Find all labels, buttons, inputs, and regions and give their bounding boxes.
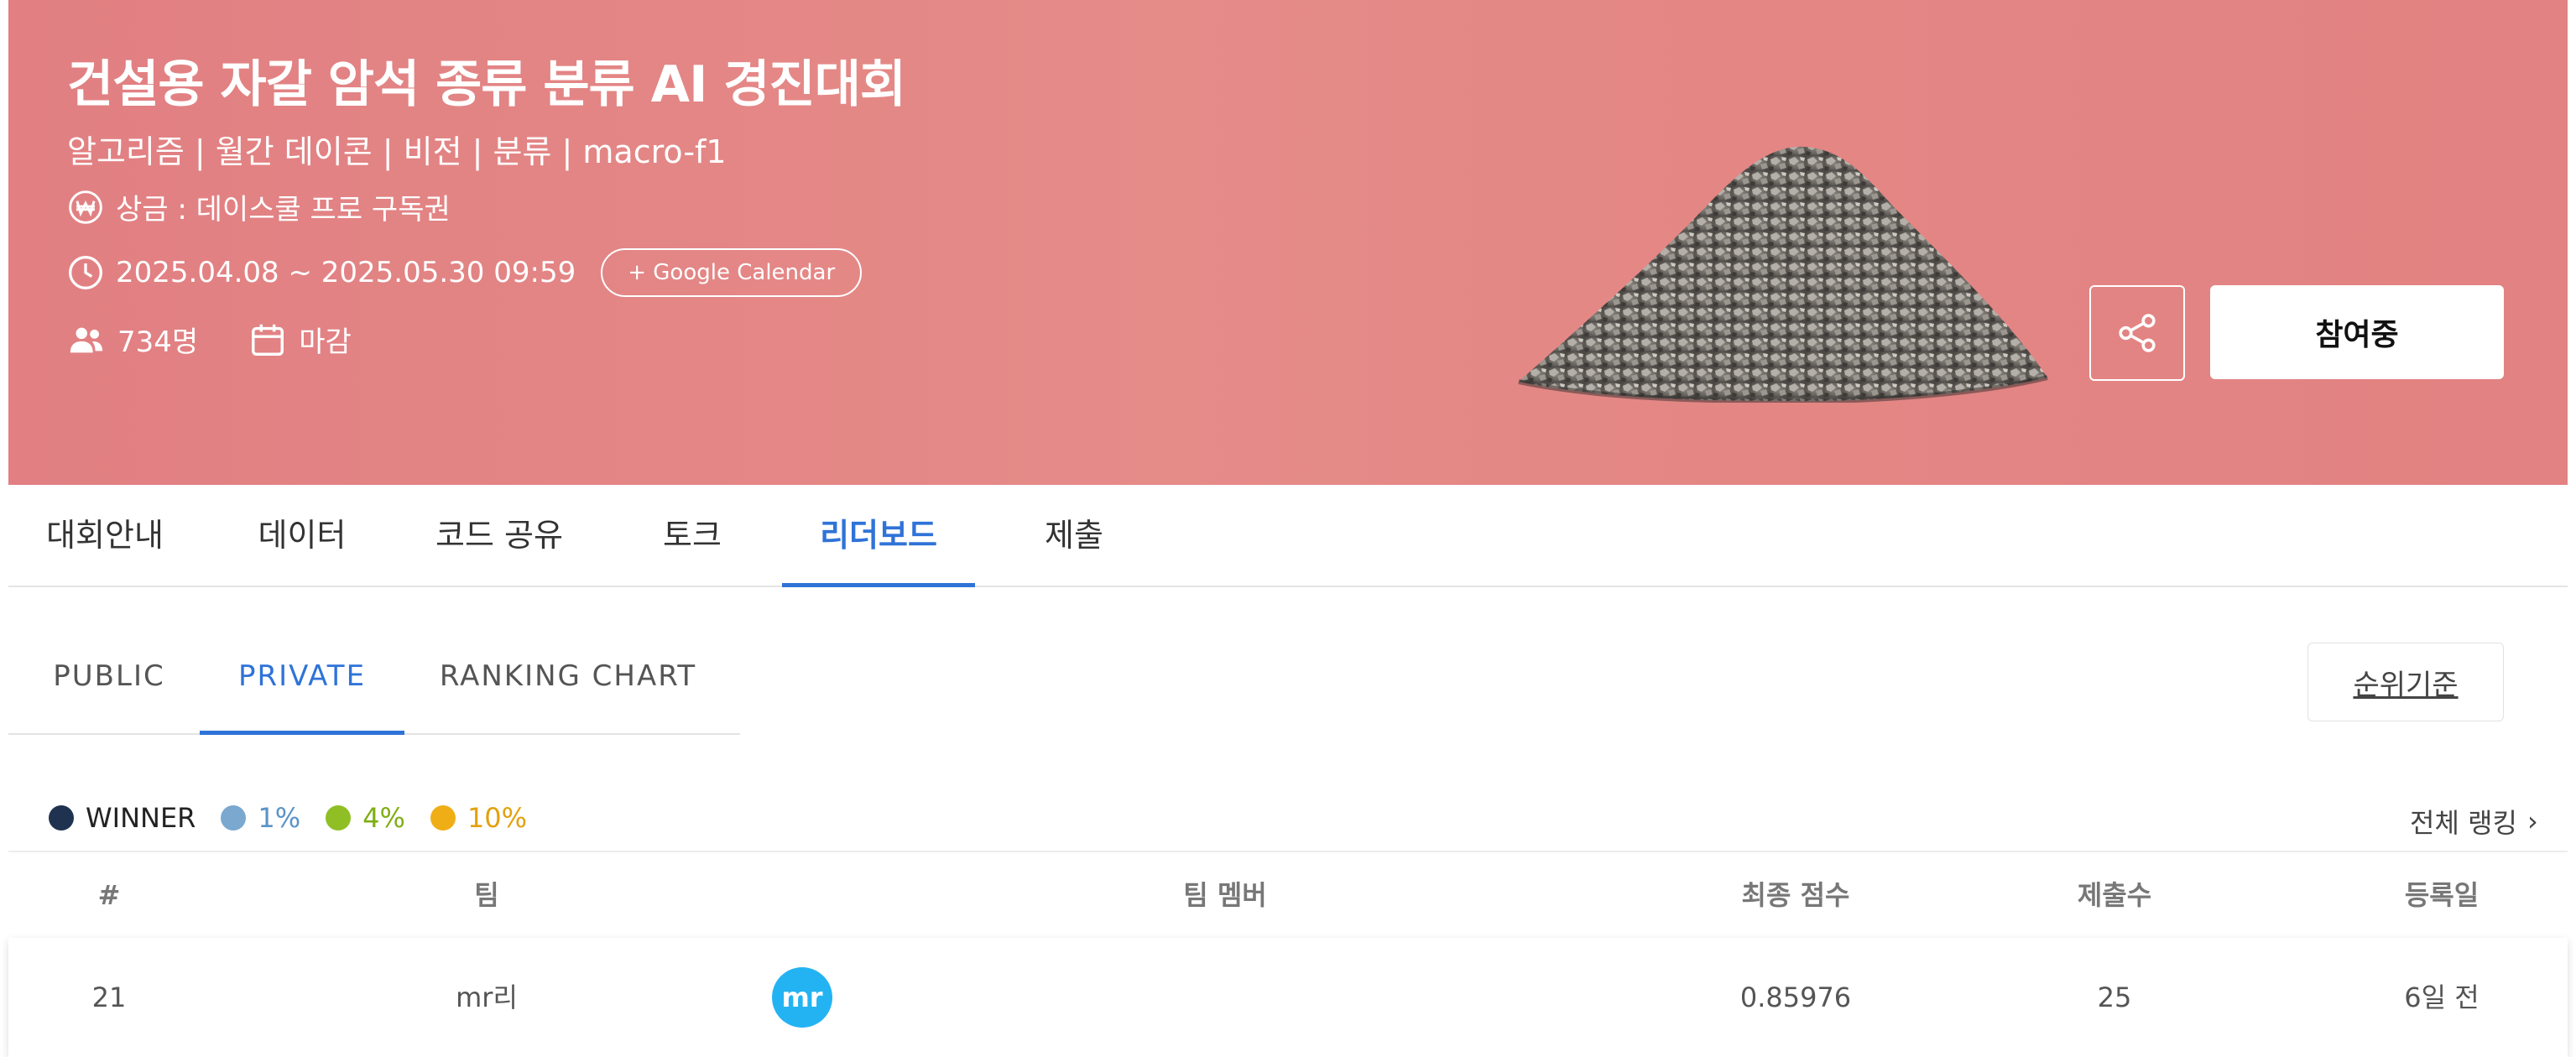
legend-label: WINNER: [86, 802, 196, 834]
col-rank: #: [97, 879, 121, 911]
prize-row: 상금 : 데이스쿨 프로 구독권: [67, 186, 451, 227]
join-button[interactable]: 참여중: [2210, 285, 2504, 379]
row-team: mr리: [456, 982, 518, 1013]
col-registered: 등록일: [2404, 879, 2480, 911]
winner-dot-icon: [49, 805, 74, 830]
top10-dot-icon: [430, 805, 456, 830]
calendar-icon: [252, 324, 284, 356]
google-calendar-button[interactable]: + Google Calendar: [601, 248, 863, 297]
participants-count: 734명: [117, 325, 199, 359]
gravel-pile-image: [1518, 146, 2048, 403]
legend-10pct: 10%: [430, 802, 527, 834]
row-score: 0.85976: [1739, 982, 1852, 1013]
tab-talk[interactable]: 토크: [638, 485, 747, 586]
tab-code-share[interactable]: 코드 공유: [420, 485, 579, 586]
participants: 734명: [67, 319, 198, 360]
table-row[interactable]: 21 mr리 mr 0.85976 25 6일 전: [8, 938, 2568, 1057]
people-icon: [70, 327, 103, 352]
legend-label: 4%: [362, 802, 405, 834]
subtab-public[interactable]: PUBLIC: [25, 619, 193, 733]
leaderboard-subtabs: PUBLIC PRIVATE RANKING CHART: [8, 619, 740, 735]
row-submissions: 25: [2097, 982, 2132, 1013]
all-ranking-link[interactable]: 전체 랭킹 ›: [2410, 802, 2538, 841]
main-tabs: 대회안내 데이터 코드 공유 토크 리더보드 제출: [8, 485, 2568, 587]
share-button[interactable]: [2089, 285, 2185, 381]
period-row: 2025.04.08 ~ 2025.05.30 09:59 + Google C…: [67, 248, 863, 297]
col-submissions: 제출수: [2077, 879, 2152, 911]
col-members: 팀 멤버: [1183, 879, 1267, 911]
tab-submit[interactable]: 제출: [1024, 485, 1124, 586]
row-rank: 21: [91, 982, 127, 1013]
legend-4pct: 4%: [326, 802, 405, 834]
tab-leaderboard[interactable]: 리더보드: [782, 485, 975, 587]
competition-tags: 알고리즘 | 월간 데이콘 | 비전 | 분류 | macro-f1: [67, 133, 727, 170]
won-icon: [69, 190, 102, 224]
chevron-right-icon: ›: [2526, 805, 2538, 837]
legend-label: 10%: [467, 802, 528, 834]
competition-header: 건설용 자갈 암석 종류 분류 AI 경진대회 알고리즘 | 월간 데이콘 | …: [8, 0, 2568, 485]
tab-overview[interactable]: 대회안내: [42, 485, 168, 586]
subtab-ranking-chart[interactable]: RANKING CHART: [413, 619, 723, 733]
top1-dot-icon: [221, 805, 247, 830]
avatar[interactable]: mr: [772, 967, 832, 1028]
period-text: 2025.04.08 ~ 2025.05.30 09:59: [116, 256, 576, 289]
legend-winner: WINNER: [49, 802, 196, 834]
rank-criteria-button[interactable]: 순위기준: [2307, 643, 2504, 721]
col-score: 최종 점수: [1741, 879, 1850, 911]
all-ranking-label: 전체 랭킹: [2410, 807, 2517, 839]
legend-label: 1%: [258, 802, 301, 834]
col-team: 팀: [474, 879, 499, 911]
meta-row: 734명 마감: [67, 319, 402, 360]
status-text: 마감: [299, 325, 352, 359]
legend-1pct: 1%: [221, 802, 300, 834]
share-icon: [2119, 314, 2156, 352]
subtab-private[interactable]: PRIVATE: [200, 619, 404, 735]
tab-data[interactable]: 데이터: [243, 485, 361, 586]
competition-title: 건설용 자갈 암석 종류 분류 AI 경진대회: [67, 55, 906, 114]
rank-legend: WINNER 1% 4% 10%: [49, 802, 552, 834]
row-registered: 6일 전: [2404, 982, 2480, 1013]
clock-icon: [69, 256, 102, 289]
top4-dot-icon: [326, 805, 352, 830]
leaderboard-header: # 팀 팀 멤버 최종 점수 제출수 등록일: [8, 851, 2568, 940]
status: 마감: [248, 319, 352, 360]
prize-text: 상금 : 데이스쿨 프로 구독권: [116, 193, 451, 226]
